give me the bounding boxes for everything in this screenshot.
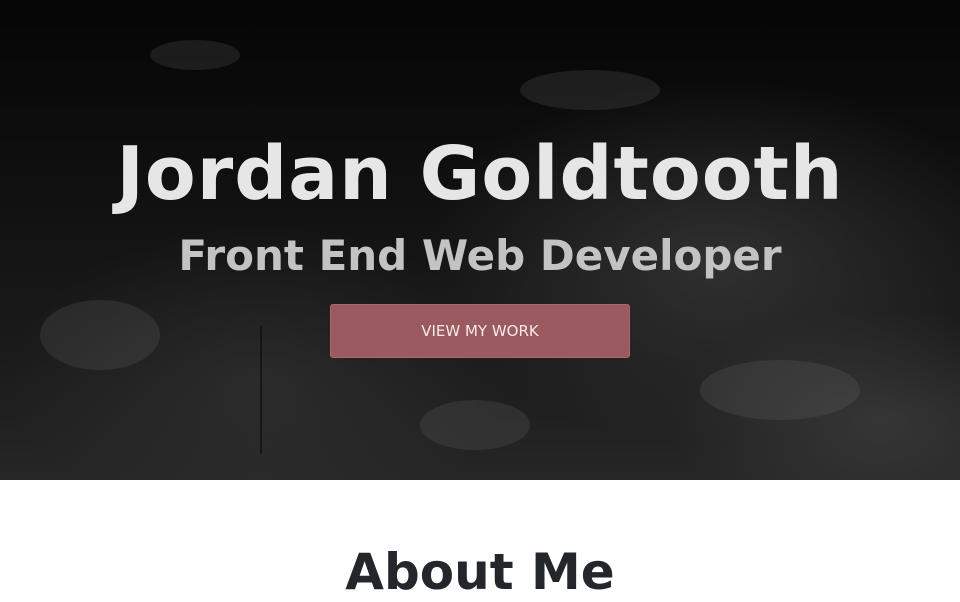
hero-section: Jordan Goldtooth Front End Web Developer… [0,0,960,480]
texture-speck [700,360,860,420]
view-my-work-button[interactable]: VIEW MY WORK [330,304,630,358]
texture-speck [520,70,660,110]
about-title: About Me [345,543,615,601]
texture-speck [150,40,240,70]
texture-scratch [260,326,262,454]
about-section: About Me [0,480,960,601]
hero-title: Jordan Goldtooth [116,131,844,217]
texture-speck [420,400,530,450]
hero-subtitle: Front End Web Developer [178,231,782,280]
texture-speck [40,300,160,370]
